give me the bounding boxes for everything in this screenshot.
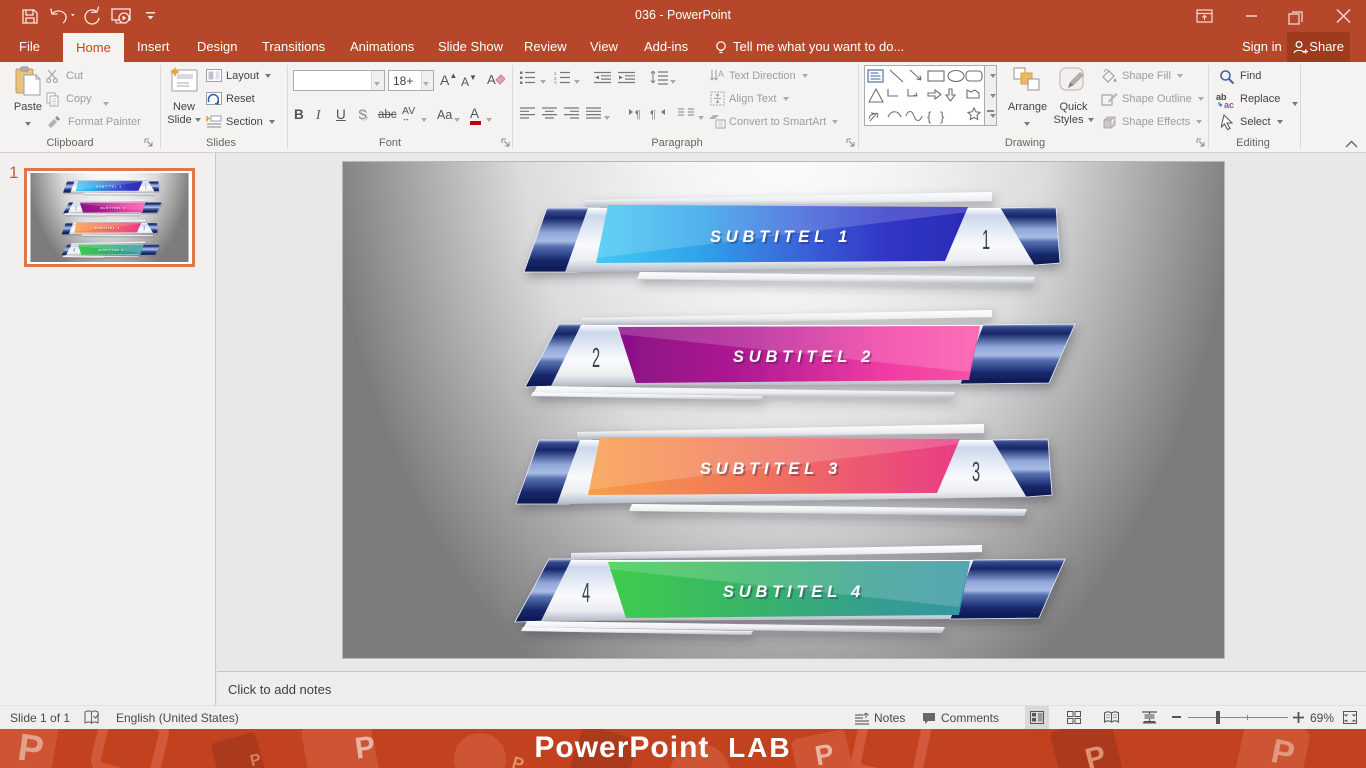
svg-text:3: 3 xyxy=(554,81,557,85)
svg-text:A: A xyxy=(718,69,724,79)
svg-text:}: } xyxy=(940,109,945,124)
svg-text:A: A xyxy=(487,72,496,87)
svg-text:ac: ac xyxy=(1224,100,1234,109)
svg-text:¶: ¶ xyxy=(650,109,656,120)
svg-text:{: { xyxy=(927,109,932,124)
svg-text:¶: ¶ xyxy=(635,109,641,120)
